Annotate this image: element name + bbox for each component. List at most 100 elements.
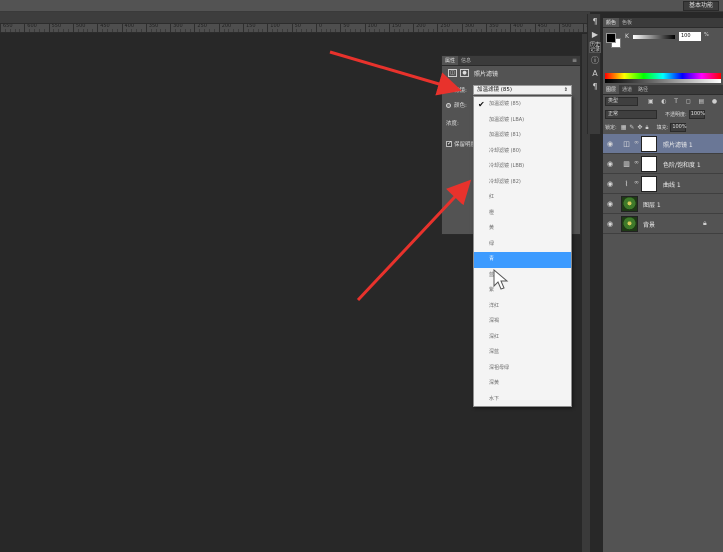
ruler-minor-tick — [189, 29, 191, 32]
blend-mode-select[interactable]: 正常 — [605, 110, 657, 119]
link-icon[interactable]: ∞ — [634, 159, 639, 166]
k-slider[interactable] — [633, 35, 675, 39]
workspace-switcher[interactable]: 基本功能 — [682, 1, 719, 11]
dropdown-item[interactable]: 蓝 — [474, 268, 571, 284]
dropdown-item[interactable]: 红 — [474, 190, 571, 206]
dropdown-item-label: 洋红 — [489, 302, 500, 309]
layer-mask-thumbnail[interactable] — [641, 136, 657, 152]
layer-thumbnail — [621, 216, 638, 232]
dropdown-item[interactable]: 洋红 — [474, 299, 571, 315]
tab-swatches[interactable]: 色板 — [619, 18, 635, 27]
dropdown-item[interactable]: 绿 — [474, 237, 571, 253]
lock-move-icon[interactable]: ✥ — [637, 124, 642, 132]
dropdown-item[interactable]: ✔ 加温滤镜 (85) — [474, 97, 571, 113]
lock-icon: 🔒︎ — [703, 219, 707, 227]
ruler-minor-tick — [354, 29, 356, 32]
lock-all-icon[interactable]: 🔒︎ — [645, 124, 648, 132]
checkmark-icon: ✔ — [478, 100, 485, 109]
tab-paths[interactable]: 路径 — [635, 85, 651, 94]
dropdown-item[interactable]: 加温滤镜 (81) — [474, 128, 571, 144]
ruler-tick: 400 — [121, 24, 134, 32]
tab-info[interactable]: 信息 — [458, 56, 474, 65]
tab-channels[interactable]: 通道 — [619, 85, 635, 94]
link-icon[interactable]: ∞ — [634, 139, 639, 146]
opacity-label: 不透明度: — [665, 112, 687, 118]
ruler-minor-tick — [77, 29, 79, 32]
fill-input[interactable]: 100% — [670, 123, 687, 132]
mask-icon[interactable]: ● — [460, 69, 469, 77]
tab-color[interactable]: 颜色 — [603, 18, 620, 27]
layer-name: 图层 1 — [643, 202, 661, 209]
dropdown-item[interactable]: 深褐 — [474, 314, 571, 330]
tab-properties[interactable]: 属性 — [442, 56, 459, 65]
dropdown-item[interactable]: 深蓝 — [474, 345, 571, 361]
panel-menu-icon[interactable]: ≡ — [572, 56, 577, 66]
ruler-minor-tick — [495, 29, 497, 32]
dropdown-item[interactable]: 橙 — [474, 206, 571, 222]
dropdown-item[interactable]: 冷却滤镜 (82) — [474, 175, 571, 191]
dropdown-item[interactable]: 加温滤镜 (LBA) — [474, 113, 571, 129]
layer-row[interactable]: ◉ 背景 🔒︎ — [603, 214, 723, 234]
ruler-minor-tick — [456, 29, 458, 32]
layer-row[interactable]: ◉ ▥ ∞ 色阶/饱和度 1 — [603, 154, 723, 174]
layer-row[interactable]: ◉ ⌇ ∞ 曲线 1 — [603, 174, 723, 194]
lock-transparent-icon[interactable]: ▦ — [621, 124, 627, 132]
dropdown-item[interactable]: 冷却滤镜 (80) — [474, 144, 571, 160]
info-icon[interactable]: ⓘ — [589, 55, 601, 66]
layer-row[interactable]: ◉ ◫ ∞ 照片滤镜 1 — [603, 134, 723, 154]
dropdown-item[interactable]: 青 — [474, 252, 571, 268]
filter-label: 滤镜: — [454, 88, 467, 94]
paragraph-style-icon[interactable]: ¶ — [589, 81, 601, 92]
dropdown-item[interactable]: 深祖母绿 — [474, 361, 571, 377]
pixel-filter-icon[interactable]: ▣ — [648, 98, 654, 105]
layer-row[interactable]: ◉ 图层 1 — [603, 194, 723, 214]
preserve-luminosity-checkbox[interactable]: ✓ — [446, 141, 452, 147]
filter-radio[interactable] — [446, 87, 451, 93]
visibility-eye-icon[interactable]: ◉ — [607, 180, 613, 188]
shape-filter-icon[interactable]: ◻ — [686, 98, 691, 105]
dropdown-item[interactable]: 紫 — [474, 283, 571, 299]
layer-mask-thumbnail[interactable] — [641, 156, 657, 172]
smart-object-filter-icon[interactable]: ▤ — [698, 98, 704, 105]
visibility-eye-icon[interactable]: ◉ — [607, 160, 613, 168]
type-filter-icon[interactable]: T — [674, 98, 678, 105]
visibility-eye-icon[interactable]: ◉ — [607, 220, 613, 228]
ruler-minor-tick — [272, 29, 274, 32]
lock-paint-icon[interactable]: ✎ — [629, 124, 634, 132]
paragraph-icon[interactable]: ¶ — [589, 16, 601, 27]
filter-select[interactable]: 加温滤镜 (85) ⇕ — [473, 85, 572, 95]
ruler-minor-tick — [238, 29, 240, 32]
color-radio[interactable] — [446, 102, 451, 108]
dropdown-item[interactable]: 深黄 — [474, 376, 571, 392]
layer-mask-thumbnail[interactable] — [641, 176, 657, 192]
visibility-eye-icon[interactable]: ◉ — [607, 200, 613, 208]
filter-dropdown-menu: ✔ 加温滤镜 (85) 加温滤镜 (LBA) 加温滤镜 (81) 冷却滤镜 (80) 冷却… — [473, 96, 572, 407]
k-value-input[interactable]: 100 — [679, 32, 701, 41]
color-spectrum[interactable] — [605, 73, 721, 83]
history-icon[interactable]: 历史记录 — [589, 42, 601, 53]
layer-kind-filter[interactable]: 类型 — [605, 97, 638, 106]
dropdown-item[interactable]: 黄 — [474, 221, 571, 237]
ruler-minor-tick — [442, 29, 444, 32]
filter-option[interactable]: 滤镜: — [446, 85, 467, 95]
opacity-input[interactable]: 100% — [688, 110, 705, 119]
preserve-luminosity[interactable]: ✓ 保留明度 — [446, 140, 476, 148]
adjustment-filter-icon[interactable]: ◐ — [661, 98, 666, 105]
link-icon[interactable]: ∞ — [634, 179, 639, 186]
ruler-minor-tick — [38, 29, 40, 32]
filter-toggle-icon[interactable]: ● — [712, 98, 717, 105]
dropdown-item[interactable]: 冷却滤镜 (LBB) — [474, 159, 571, 175]
ruler-minor-tick — [281, 29, 283, 32]
dropdown-item[interactable]: 水下 — [474, 392, 571, 408]
character-icon[interactable]: A — [589, 68, 601, 79]
visibility-eye-icon[interactable]: ◉ — [607, 140, 613, 148]
play-icon[interactable]: ▶ — [589, 29, 601, 40]
ruler-minor-tick — [223, 29, 225, 32]
foreground-color-swatch[interactable] — [606, 33, 616, 43]
ruler-minor-tick — [349, 29, 351, 32]
tab-layers[interactable]: 图层 — [603, 85, 620, 94]
dropdown-item[interactable]: 深红 — [474, 330, 571, 346]
ruler-tick: 0 — [315, 24, 322, 32]
color-option[interactable]: 颜色: — [446, 100, 467, 110]
color-label: 颜色: — [454, 103, 467, 109]
